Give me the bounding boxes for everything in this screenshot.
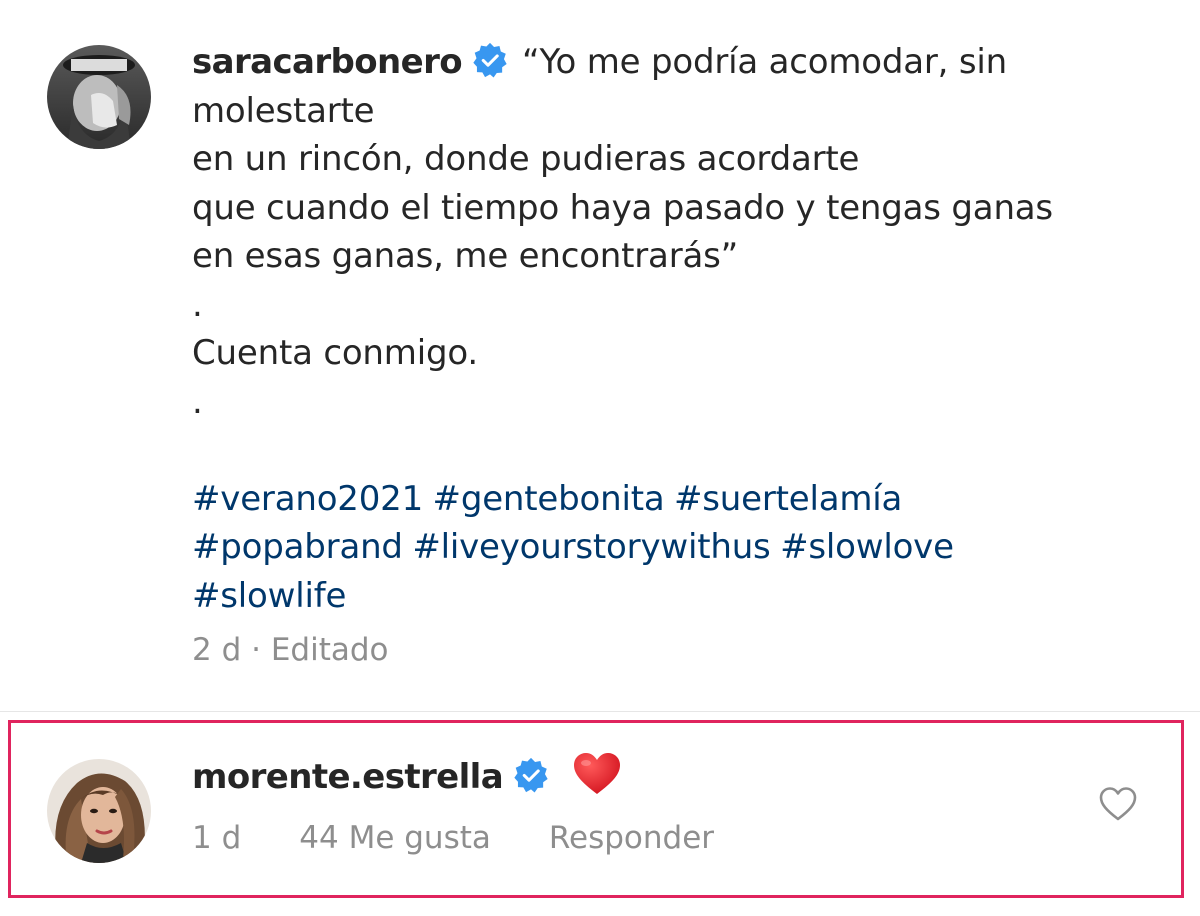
post-meta: 2 d · Editado — [192, 632, 389, 668]
caption-line-4: que cuando el tiempo haya pasado y tenga… — [192, 187, 1053, 228]
comment-meta: 1 d 44 Me gusta Responder — [192, 820, 772, 856]
caption-line-2: molestarte — [192, 90, 375, 131]
divider — [0, 711, 1200, 712]
verified-badge-icon — [513, 757, 549, 793]
hashtag-link[interactable]: #popabrand — [192, 527, 403, 567]
hashtag-link[interactable]: #slowlife — [192, 576, 346, 616]
hashtag-link[interactable]: #gentebonita — [433, 479, 665, 519]
caption-line-6: . — [192, 284, 203, 325]
caption-line-7: Cuenta conmigo. — [192, 333, 478, 373]
avatar-saracarbonero[interactable] — [47, 45, 151, 149]
comment-body: morente.estrella — [192, 752, 621, 801]
hashtag-link[interactable]: #suertelamía — [674, 479, 902, 519]
verified-badge-icon — [472, 42, 508, 78]
caption-line-1: “Yo me podría acomodar, sin — [522, 42, 1007, 82]
reply-button[interactable]: Responder — [549, 820, 714, 856]
caption-line-3: en un rincón, donde pudieras acordarte — [192, 139, 860, 179]
caption-line-5: en esas ganas, me encontrarás” — [192, 236, 739, 276]
heart-outline-icon[interactable] — [1099, 786, 1137, 822]
caption-line-8: . — [192, 381, 203, 422]
comment-username[interactable]: morente.estrella — [192, 757, 504, 797]
comment-time: 1 d — [192, 820, 242, 856]
red-heart-emoji — [573, 752, 621, 796]
hashtag-link[interactable]: #slowlove — [780, 527, 954, 567]
post-caption: saracarbonero “Yo me podría acomodar, sin… — [192, 38, 1152, 620]
hashtag-link[interactable]: #liveyourstorywithus — [412, 527, 770, 567]
hashtag-link[interactable]: #verano2021 — [192, 479, 423, 519]
post-username[interactable]: saracarbonero — [192, 42, 463, 82]
comment-likes-link[interactable]: 44 Me gusta — [299, 820, 491, 856]
avatar-morente-estrella[interactable] — [47, 759, 151, 863]
comment-highlight-box — [8, 720, 1184, 898]
